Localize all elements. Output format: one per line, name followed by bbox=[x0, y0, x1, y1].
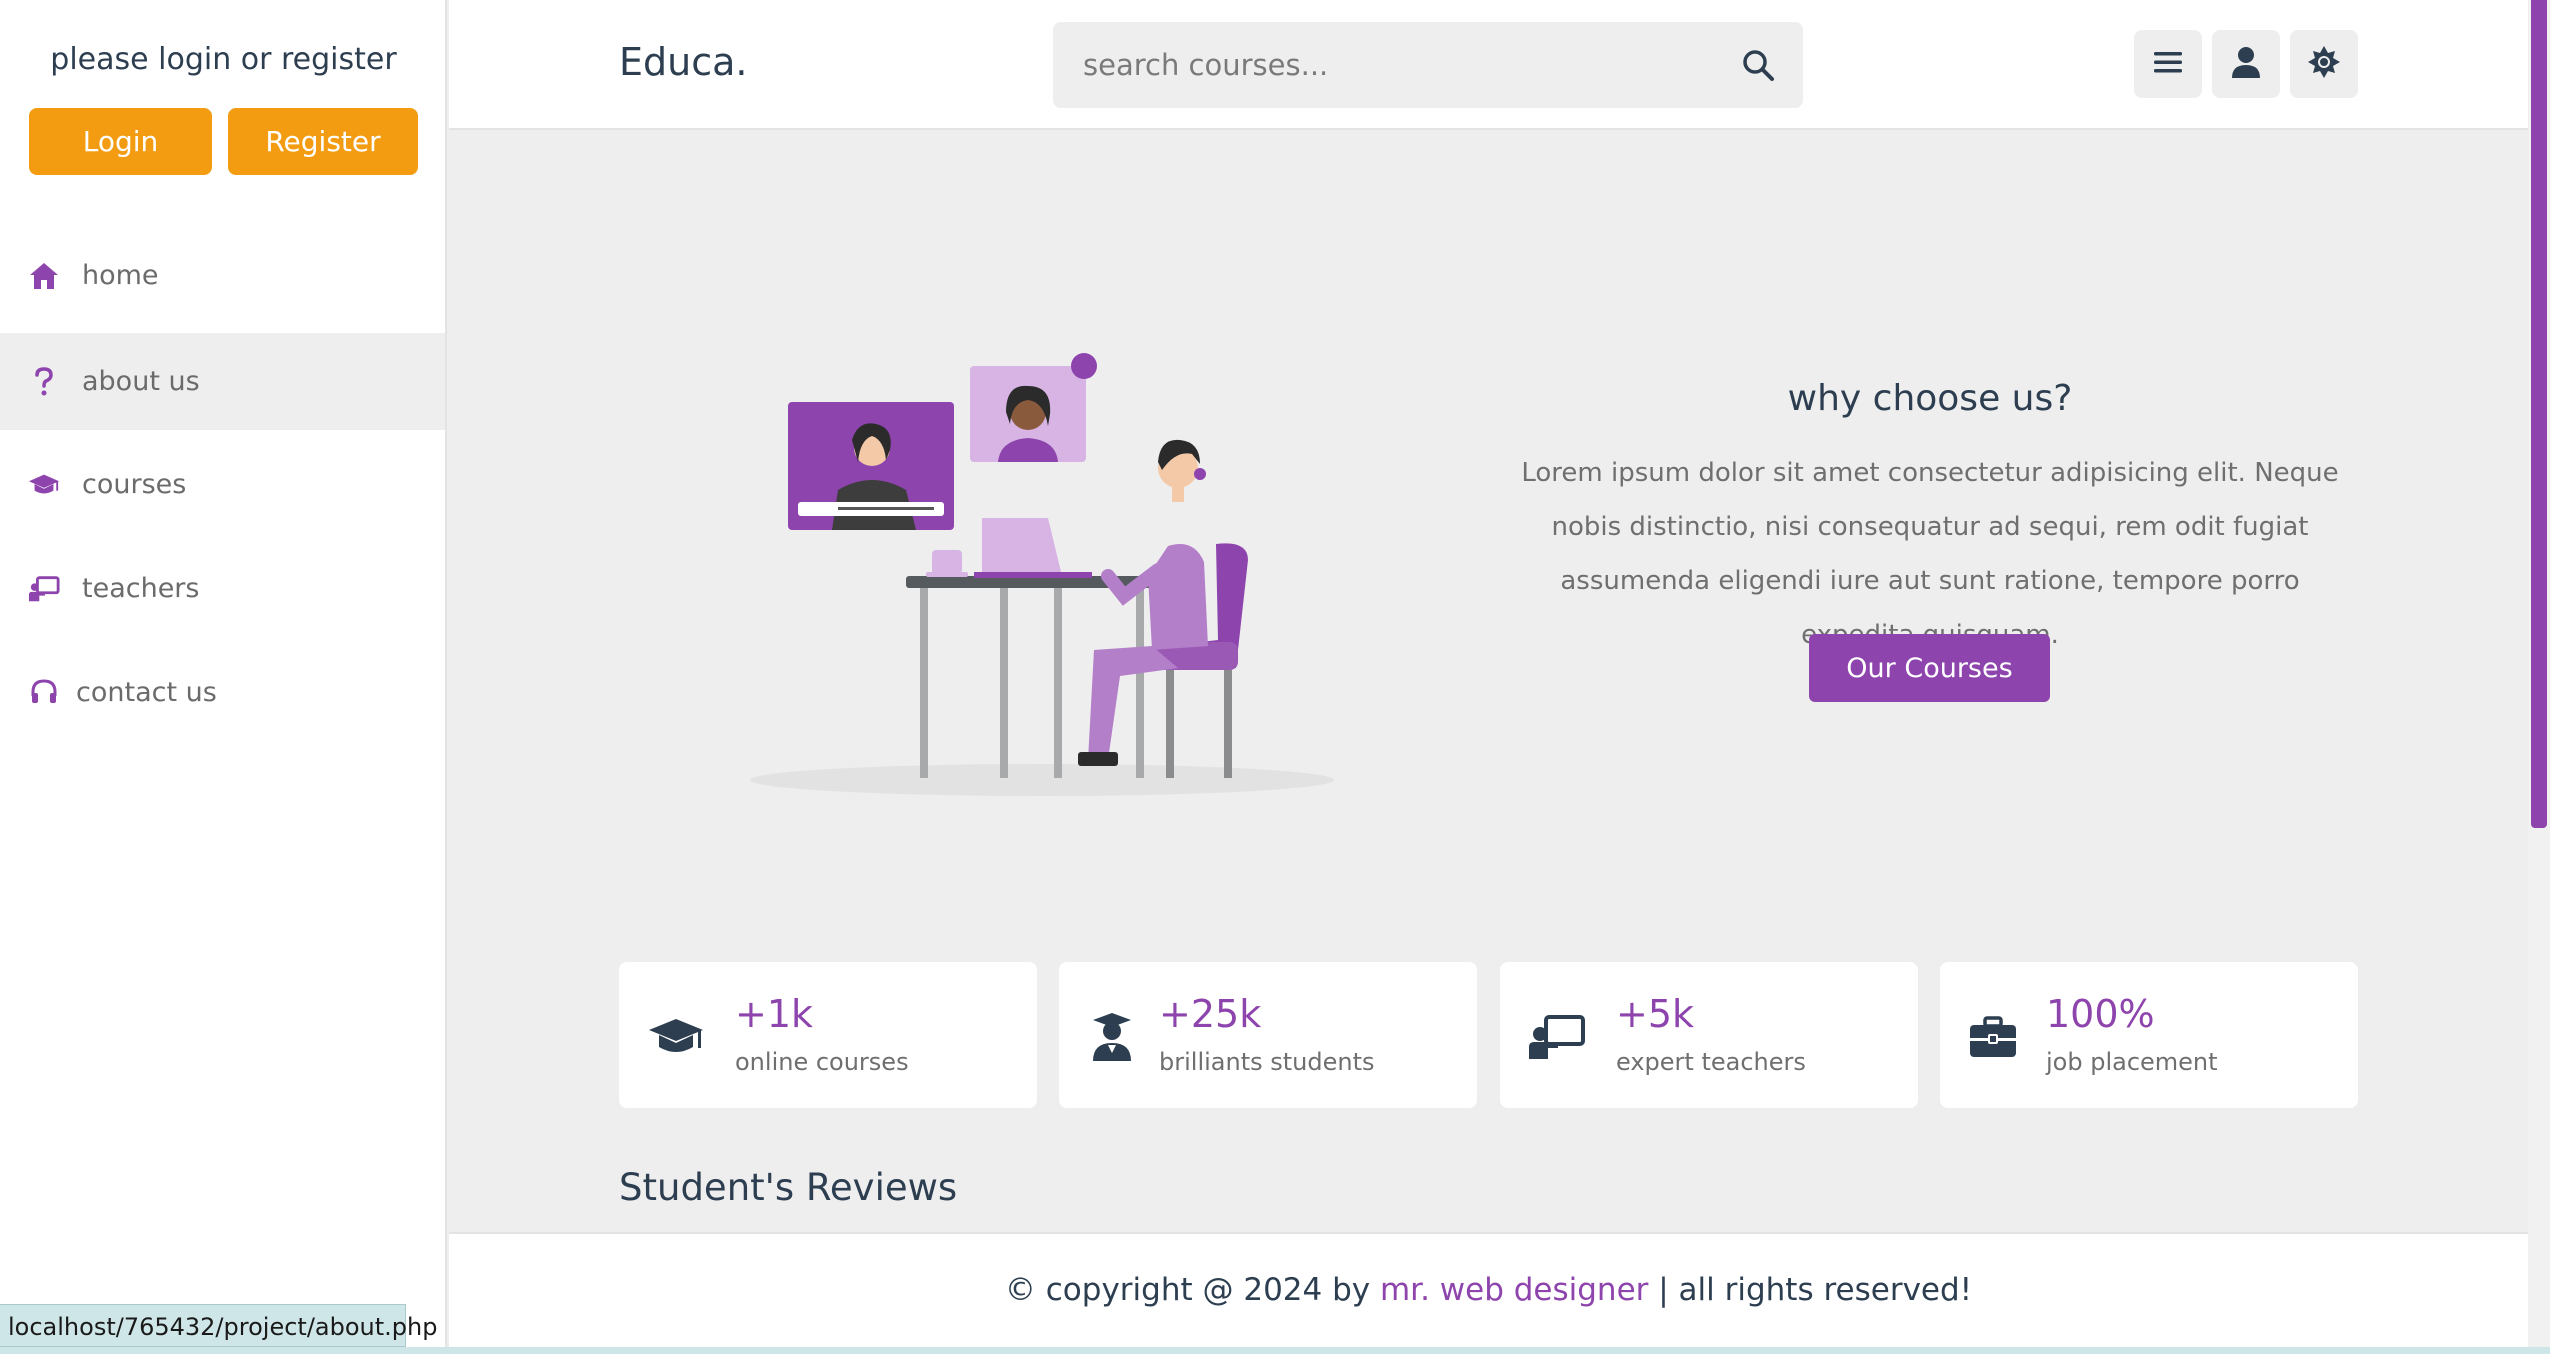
search-icon[interactable] bbox=[1741, 48, 1775, 82]
theme-toggle-button[interactable] bbox=[2290, 30, 2358, 98]
logo[interactable]: Educa. bbox=[619, 40, 747, 84]
sidebar-item-label: courses bbox=[82, 469, 187, 500]
sidebar-item-home[interactable]: home bbox=[0, 227, 445, 324]
reviews-title: Student's Reviews bbox=[619, 1166, 958, 1209]
window-bottom-edge bbox=[0, 1347, 2550, 1354]
footer: © copyright @ 2024 by mr. web designer |… bbox=[449, 1232, 2528, 1347]
chalkboard-teacher-icon bbox=[1526, 1012, 1588, 1062]
sidebar-item-courses[interactable]: courses bbox=[0, 436, 445, 533]
question-icon bbox=[28, 366, 60, 398]
user-icon bbox=[2232, 46, 2260, 82]
chalkboard-teacher-icon bbox=[28, 573, 60, 605]
login-button[interactable]: Login bbox=[29, 108, 212, 175]
stat-value: +25k bbox=[1159, 992, 1262, 1036]
sidebar-item-label: teachers bbox=[82, 573, 200, 604]
footer-text: © copyright @ 2024 by mr. web designer |… bbox=[449, 1272, 2528, 1308]
stat-value: +1k bbox=[735, 992, 814, 1036]
scrollbar-thumb[interactable] bbox=[2531, 0, 2547, 828]
why-choose-us-title: why choose us? bbox=[1787, 378, 2073, 419]
sidebar-item-label: about us bbox=[82, 366, 200, 397]
search-bar bbox=[1053, 22, 1803, 108]
stat-label: job placement bbox=[2046, 1048, 2218, 1076]
why-choose-us-text: Lorem ipsum dolor sit amet consectetur a… bbox=[1521, 458, 2339, 650]
footer-designer-link[interactable]: mr. web designer bbox=[1380, 1272, 1648, 1308]
search-input[interactable] bbox=[1083, 42, 1703, 88]
stat-value: 100% bbox=[2046, 992, 2155, 1036]
header: Educa. bbox=[449, 0, 2528, 130]
stat-label: brilliants students bbox=[1159, 1048, 1375, 1076]
sidebar: please login or register Login Register … bbox=[0, 0, 447, 1347]
stat-value: +5k bbox=[1616, 992, 1695, 1036]
browser-status-url: localhost/765432/project/about.php bbox=[0, 1304, 437, 1347]
hero-illustration bbox=[748, 350, 1336, 800]
login-prompt: please login or register bbox=[50, 42, 397, 77]
scrollbar[interactable] bbox=[2528, 0, 2550, 1347]
home-icon bbox=[28, 260, 60, 292]
register-button[interactable]: Register bbox=[228, 108, 418, 175]
user-graduate-icon bbox=[1085, 1012, 1139, 1062]
sidebar-item-label: home bbox=[82, 260, 159, 291]
stat-card-students: +25k brilliants students bbox=[1059, 962, 1477, 1108]
sidebar-item-about-us[interactable]: about us bbox=[0, 333, 445, 430]
stat-card-courses: +1k online courses bbox=[619, 962, 1037, 1108]
graduation-cap-icon bbox=[645, 1012, 707, 1062]
headset-icon bbox=[28, 677, 60, 709]
sun-icon bbox=[2307, 45, 2341, 83]
stat-card-placement: 100% job placement bbox=[1940, 962, 2358, 1108]
sidebar-item-teachers[interactable]: teachers bbox=[0, 540, 445, 637]
footer-copyright: © copyright @ 2024 by bbox=[1004, 1272, 1380, 1308]
our-courses-button[interactable]: Our Courses bbox=[1809, 634, 2050, 702]
stat-card-teachers: +5k expert teachers bbox=[1500, 962, 1918, 1108]
page: please login or register Login Register … bbox=[0, 0, 2550, 1347]
briefcase-icon bbox=[1966, 1012, 2020, 1062]
bars-icon bbox=[2154, 50, 2182, 78]
stat-label: online courses bbox=[735, 1048, 909, 1076]
sidebar-item-contact-us[interactable]: contact us bbox=[0, 644, 445, 741]
menu-button[interactable] bbox=[2134, 30, 2202, 98]
graduation-cap-icon bbox=[28, 469, 60, 501]
footer-rights: | all rights reserved! bbox=[1648, 1272, 1973, 1308]
sidebar-item-label: contact us bbox=[76, 677, 217, 708]
user-button[interactable] bbox=[2212, 30, 2280, 98]
stat-label: expert teachers bbox=[1616, 1048, 1806, 1076]
